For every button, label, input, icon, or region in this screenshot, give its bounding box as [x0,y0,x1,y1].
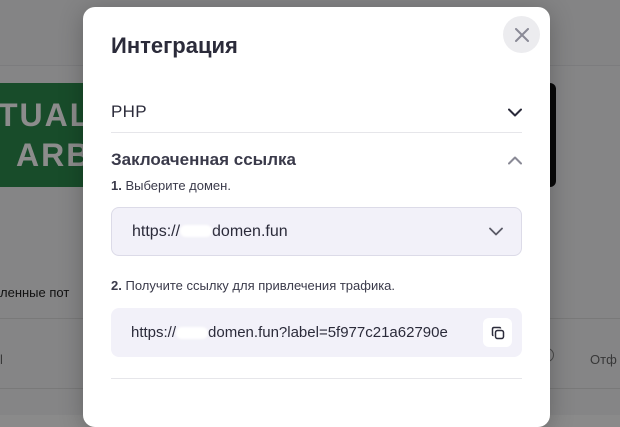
close-icon [514,27,529,42]
close-button[interactable] [503,16,540,53]
accordion-cloaked-link[interactable]: Заклоаченная ссылка [111,143,522,177]
domain-suffix: domen.fun [212,222,288,240]
integration-modal: Интеграция PHP Заклоаченная ссылка 1. Вы… [83,7,550,427]
redacted-text [180,225,213,238]
step-2-text: Получите ссылку для привлечения трафика. [125,278,396,293]
step-1-instruction: 1. Выберите домен. [111,178,231,193]
chevron-up-icon [508,156,522,164]
chevron-down-icon [508,108,522,116]
redacted-text [176,327,209,340]
step-2-instruction: 2. Получите ссылку для привлечения трафи… [111,278,395,293]
accordion-php[interactable]: PHP [111,92,522,133]
tracking-link-field[interactable]: https:// domen.fun?label=5f977c21a62790e [111,308,522,357]
step-1-text: Выберите домен. [125,178,231,193]
step-2-number: 2. [111,278,122,293]
modal-title: Интеграция [111,33,238,58]
domain-prefix: https:// [132,222,181,240]
domain-select[interactable]: https:// domen.fun [111,207,522,256]
chevron-down-icon [489,227,503,236]
copy-button[interactable] [483,318,512,347]
bottom-divider [111,378,522,379]
step-1-number: 1. [111,178,122,193]
link-prefix: https:// [131,324,177,341]
tracking-link-value: https:// domen.fun?label=5f977c21a62790e [131,324,476,341]
link-suffix: domen.fun?label=5f977c21a62790e [208,324,448,341]
copy-icon [491,326,504,339]
accordion-cloaked-link-label: Заклоаченная ссылка [111,150,296,169]
domain-select-value: https:// domen.fun [132,223,288,241]
accordion-php-label: PHP [111,102,147,121]
